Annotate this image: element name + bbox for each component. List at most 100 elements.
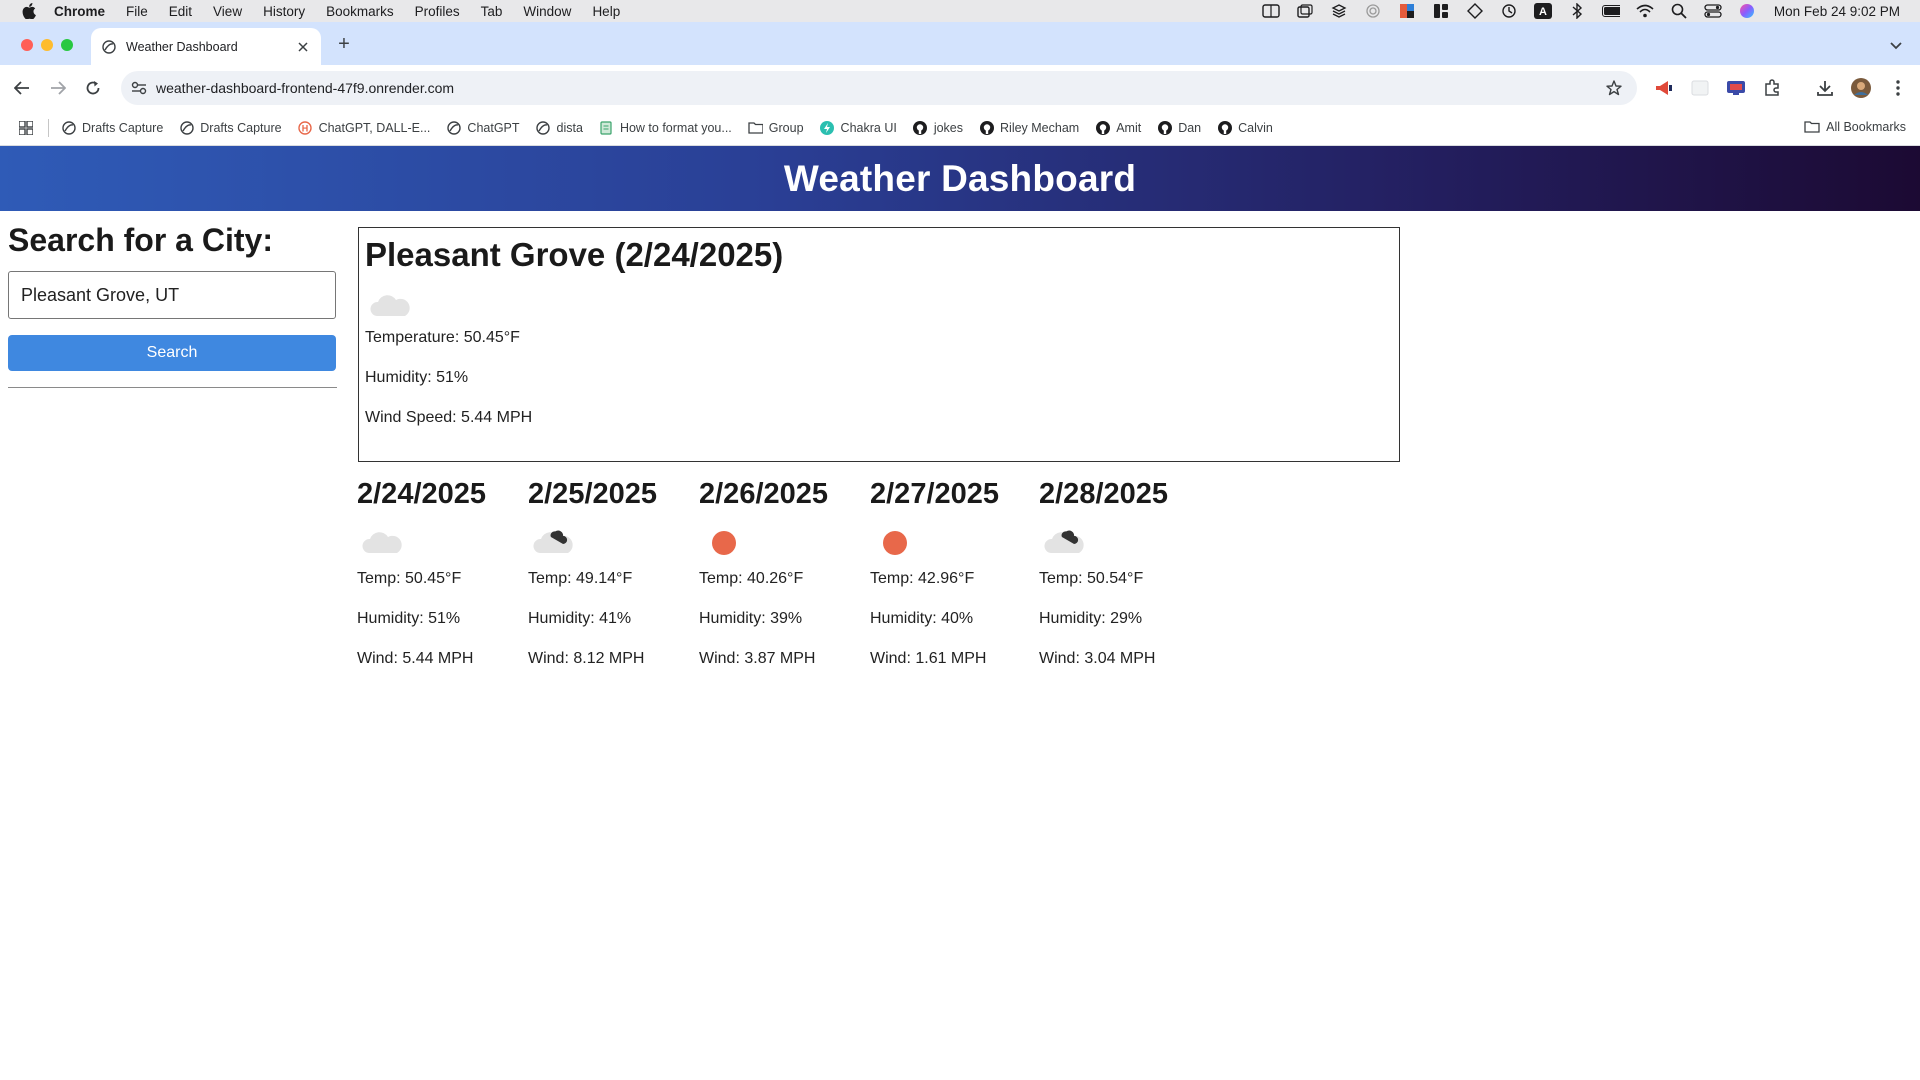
menu-edit[interactable]: Edit	[169, 4, 192, 19]
globe-icon	[179, 120, 194, 135]
all-bookmarks-label: All Bookmarks	[1826, 119, 1906, 134]
menu-profiles[interactable]: Profiles	[415, 4, 460, 19]
five-day-forecast: 2/24/2025 Temp: 50.45°F Humidity: 51% Wi…	[357, 478, 1210, 689]
reload-icon[interactable]	[82, 77, 104, 99]
screen-extension-icon[interactable]	[1726, 78, 1746, 98]
bookmark-label: Drafts Capture	[82, 120, 164, 135]
folder-icon	[1804, 119, 1820, 134]
menu-view[interactable]: View	[213, 4, 242, 19]
forecast-temp: Temp: 50.54°F	[1039, 570, 1144, 587]
bookmark-label: Calvin	[1238, 120, 1273, 135]
bookmark-drafts-capture-2[interactable]: Drafts Capture	[179, 120, 282, 135]
blank-extension-icon[interactable]	[1690, 78, 1710, 98]
battery-icon[interactable]	[1601, 3, 1620, 19]
all-bookmarks-button[interactable]: All Bookmarks	[1804, 119, 1906, 134]
broken-clouds-icon	[528, 525, 580, 561]
forecast-date: 2/28/2025	[1039, 478, 1169, 510]
url-text[interactable]: weather-dashboard-frontend-47f9.onrender…	[156, 80, 454, 96]
bookmark-star-icon[interactable]	[1605, 79, 1623, 97]
time-machine-icon[interactable]	[1500, 3, 1518, 19]
sidebar-divider	[8, 387, 337, 388]
bookmark-label: Amit	[1116, 120, 1142, 135]
bookmark-calvin[interactable]: Calvin	[1217, 120, 1273, 135]
bookmark-chatgpt[interactable]: ChatGPT	[446, 120, 520, 135]
bookmark-group-folder[interactable]: Group	[748, 120, 804, 135]
window-minimize-button[interactable]	[41, 39, 53, 51]
bookmark-dan[interactable]: Dan	[1157, 120, 1201, 135]
grid-app-icon[interactable]	[1432, 3, 1450, 19]
megaphone-extension-icon[interactable]	[1654, 78, 1674, 98]
window-icon[interactable]	[1296, 3, 1314, 19]
forecast-date: 2/24/2025	[357, 478, 487, 510]
wifi-icon[interactable]	[1636, 3, 1654, 19]
search-button[interactable]: Search	[8, 335, 336, 371]
forecast-card: 2/25/2025 Temp: 49.14°F Humidity: 41% Wi…	[528, 478, 699, 689]
menu-clock[interactable]: Mon Feb 24 9:02 PM	[1774, 4, 1900, 19]
bookmark-dista[interactable]: dista	[536, 120, 583, 135]
search-heading: Search for a City:	[8, 222, 273, 258]
menu-window[interactable]: Window	[523, 4, 571, 19]
bookmarks-bar: Drafts Capture Drafts Capture H ChatGPT,…	[0, 110, 1920, 146]
cloud-icon	[365, 288, 417, 324]
menu-tab[interactable]: Tab	[481, 4, 503, 19]
github-icon	[1157, 120, 1172, 135]
spotlight-search-icon[interactable]	[1670, 3, 1688, 19]
bookmark-riley-mecham[interactable]: Riley Mecham	[979, 120, 1079, 135]
bookmark-drafts-capture-1[interactable]: Drafts Capture	[61, 120, 163, 135]
forecast-humidity: Humidity: 40%	[870, 610, 974, 627]
back-arrow-icon[interactable]	[11, 77, 33, 99]
bluetooth-icon[interactable]	[1568, 3, 1586, 19]
close-icon[interactable]	[295, 39, 311, 55]
color-app-icon[interactable]	[1398, 3, 1416, 19]
puzzle-extensions-icon[interactable]	[1762, 78, 1782, 98]
window-maximize-button[interactable]	[61, 39, 73, 51]
forward-arrow-icon[interactable]	[47, 77, 69, 99]
apple-icon[interactable]	[20, 2, 38, 20]
apps-grid-icon[interactable]	[18, 120, 34, 136]
diamond-icon[interactable]	[1466, 3, 1484, 19]
keyboard-input-icon[interactable]: A	[1533, 3, 1552, 19]
menu-file[interactable]: File	[126, 4, 148, 19]
bookmark-how-to-format[interactable]: How to format you...	[599, 120, 732, 135]
forecast-temp: Temp: 42.96°F	[870, 570, 975, 587]
bookmark-chatgpt-dalle[interactable]: H ChatGPT, DALL-E...	[298, 120, 431, 135]
download-icon[interactable]	[1815, 78, 1835, 98]
globe-icon	[61, 120, 76, 135]
bookmark-amit[interactable]: Amit	[1095, 120, 1141, 135]
window-close-button[interactable]	[21, 39, 33, 51]
chakra-icon	[820, 120, 835, 135]
bookmark-label: Dan	[1178, 120, 1202, 135]
page-title: Weather Dashboard	[783, 157, 1137, 199]
bookmark-jokes[interactable]: jokes	[913, 120, 963, 135]
forecast-date: 2/26/2025	[699, 478, 829, 510]
menu-bookmarks[interactable]: Bookmarks	[326, 4, 394, 19]
bookmark-chakra-ui[interactable]: Chakra UI	[820, 120, 897, 135]
siri-icon[interactable]	[1738, 3, 1756, 19]
site-settings-icon[interactable]	[130, 79, 148, 97]
bookmark-label: Group	[768, 120, 804, 135]
current-humidity: Humidity: 51%	[365, 369, 469, 386]
layers-icon[interactable]	[1330, 3, 1348, 19]
menu-app-name[interactable]: Chrome	[54, 4, 105, 19]
bookmark-label: Riley Mecham	[1000, 120, 1080, 135]
github-icon	[979, 120, 994, 135]
menu-history[interactable]: History	[263, 4, 305, 19]
app-header: Weather Dashboard	[0, 146, 1920, 211]
folder-icon	[748, 120, 763, 135]
cloud-icon	[357, 525, 409, 561]
reader-icon[interactable]	[1262, 3, 1280, 19]
city-search-input[interactable]	[8, 271, 336, 319]
tab-weather-dashboard[interactable]: Weather Dashboard	[91, 28, 321, 65]
broken-clouds-icon	[1039, 525, 1091, 561]
bookmark-label: ChatGPT, DALL-E...	[318, 120, 431, 135]
current-weather-heading: Pleasant Grove (2/24/2025)	[365, 236, 784, 273]
chevron-down-icon[interactable]	[1884, 34, 1908, 58]
more-menu-icon[interactable]	[1888, 78, 1908, 98]
profile-avatar[interactable]	[1851, 78, 1871, 98]
spiral-icon[interactable]	[1364, 3, 1382, 19]
bookmark-label: jokes	[933, 120, 964, 135]
control-center-icon[interactable]	[1704, 3, 1722, 19]
menu-help[interactable]: Help	[592, 4, 620, 19]
address-bar[interactable]: weather-dashboard-frontend-47f9.onrender…	[121, 71, 1637, 105]
new-tab-button[interactable]: +	[334, 33, 354, 55]
